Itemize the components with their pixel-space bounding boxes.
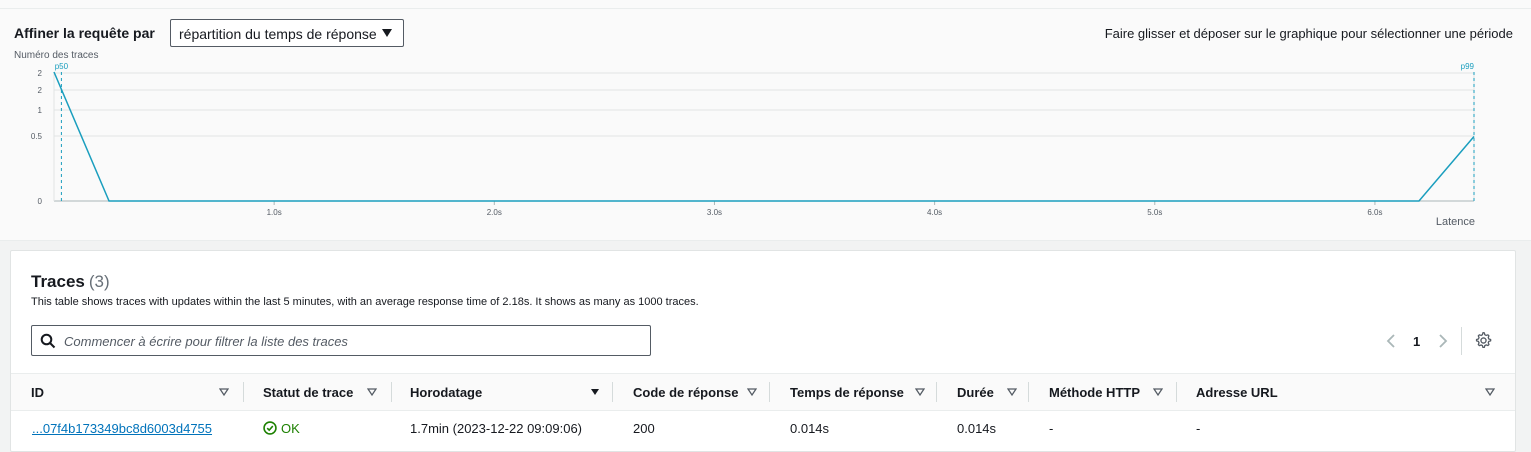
latency-panel: Affiner la requête par répartition du te… xyxy=(0,0,1531,241)
column-header-response-time[interactable]: Temps de réponse xyxy=(790,374,930,410)
chart-y-tick-label: 2 xyxy=(38,86,43,95)
chart-x-tick-label: 6.0s xyxy=(1367,208,1382,217)
column-header-http-method[interactable]: Méthode HTTP xyxy=(1049,374,1169,410)
column-label: Code de réponse xyxy=(633,385,739,400)
chart-percentile-label: p99 xyxy=(1461,62,1475,71)
url-cell: - xyxy=(1196,421,1201,436)
duration-cell: 0.014s xyxy=(957,421,997,436)
traces-title: Traces (3) xyxy=(31,272,110,292)
column-header-status[interactable]: Statut de trace xyxy=(263,374,389,410)
trace-status-cell: OK xyxy=(263,421,300,436)
chart-x-ticks: 1.0s 2.0s 3.0s 4.0s 5.0s 6.0s xyxy=(267,201,1382,217)
column-label: Durée xyxy=(957,385,994,400)
sort-icon xyxy=(747,388,757,397)
traces-description: This table shows traces with updates wit… xyxy=(31,296,699,308)
divider xyxy=(612,382,613,402)
chart-x-tick-label: 1.0s xyxy=(267,208,282,217)
column-label: ID xyxy=(31,385,44,400)
chart-y-tick-label: 1 xyxy=(38,106,43,115)
column-header-response-code[interactable]: Code de réponse xyxy=(633,374,763,410)
divider xyxy=(1176,382,1177,402)
drag-hint: Faire glisser et déposer sur le graphiqu… xyxy=(1104,26,1513,41)
sort-icon xyxy=(367,388,377,397)
chevron-right-icon[interactable] xyxy=(1436,333,1450,349)
divider xyxy=(243,382,244,402)
status-text: OK xyxy=(281,421,300,436)
chart-x-tick-label: 4.0s xyxy=(927,208,942,217)
response-code-cell: 200 xyxy=(633,421,655,436)
divider xyxy=(1028,382,1029,402)
traces-panel: Traces (3) This table shows traces with u… xyxy=(10,250,1516,452)
chart-x-tick-label: 3.0s xyxy=(707,208,722,217)
traces-table-header: ID Statut de trace Horodatage Code de ré… xyxy=(11,373,1515,411)
sort-icon xyxy=(219,388,229,397)
chart-x-tick-label: 5.0s xyxy=(1147,208,1162,217)
trace-id-cell: ...07f4b173349bc8d6003d4755 xyxy=(32,421,212,436)
sort-icon xyxy=(915,388,925,397)
divider xyxy=(936,382,937,402)
trace-filter[interactable] xyxy=(31,325,651,356)
chart-y-tick-label: 0.5 xyxy=(31,132,43,141)
column-header-duration[interactable]: Durée xyxy=(957,374,1021,410)
caret-down-icon xyxy=(382,29,392,37)
divider xyxy=(391,382,392,402)
refine-select[interactable]: répartition du temps de réponse xyxy=(170,19,404,47)
sort-icon xyxy=(1485,388,1495,397)
refine-label: Affiner la requête par xyxy=(14,25,155,41)
column-header-id[interactable]: ID xyxy=(31,374,241,410)
refine-select-value: répartition du temps de réponse xyxy=(179,26,377,42)
chart-percentile-markers: p50 p99 xyxy=(55,62,1475,201)
chart-x-tick-label: 2.0s xyxy=(487,208,502,217)
search-icon xyxy=(40,333,56,349)
sort-descending-icon xyxy=(591,389,599,395)
http-method-cell: - xyxy=(1049,421,1054,436)
traces-count: (3) xyxy=(88,272,110,291)
column-label: Adresse URL xyxy=(1196,385,1278,400)
traces-title-text: Traces xyxy=(31,272,85,291)
current-page[interactable]: 1 xyxy=(1413,334,1420,349)
column-label: Temps de réponse xyxy=(790,385,904,400)
column-label: Méthode HTTP xyxy=(1049,385,1140,400)
trace-id-link[interactable]: ...07f4b173349bc8d6003d4755 xyxy=(32,421,212,436)
check-circle-icon xyxy=(263,421,277,435)
chart-grid xyxy=(53,72,1475,202)
latency-histogram-chart[interactable]: Numéro des traces 0 0.5 1 2 2 1.0s 2.0s 3.0s 4.… xyxy=(0,44,1531,234)
column-header-url[interactable]: Adresse URL xyxy=(1196,374,1496,410)
chevron-left-icon[interactable] xyxy=(1384,333,1398,349)
column-label: Horodatage xyxy=(410,385,483,400)
column-label: Statut de trace xyxy=(263,385,354,400)
sort-icon xyxy=(1153,388,1163,397)
trace-filter-input[interactable] xyxy=(62,330,626,353)
sort-icon xyxy=(1007,388,1017,397)
chart-percentile-label: p50 xyxy=(55,62,69,71)
chart-y-ticks: 0 0.5 1 2 2 xyxy=(31,69,43,206)
chart-xlabel: Latence xyxy=(1436,216,1475,228)
chart-ylabel: Numéro des traces xyxy=(14,50,98,61)
divider xyxy=(0,8,1531,9)
timestamp-cell: 1.7min (2023-12-22 09:09:06) xyxy=(410,421,583,436)
column-header-timestamp[interactable]: Horodatage xyxy=(410,374,606,410)
divider xyxy=(1461,327,1462,355)
chart-y-tick-label: 0 xyxy=(38,197,43,206)
response-time-cell: 0.014s xyxy=(790,421,830,436)
gear-icon[interactable] xyxy=(1475,332,1492,349)
chart-y-tick-label: 2 xyxy=(38,69,43,78)
divider xyxy=(769,382,770,402)
